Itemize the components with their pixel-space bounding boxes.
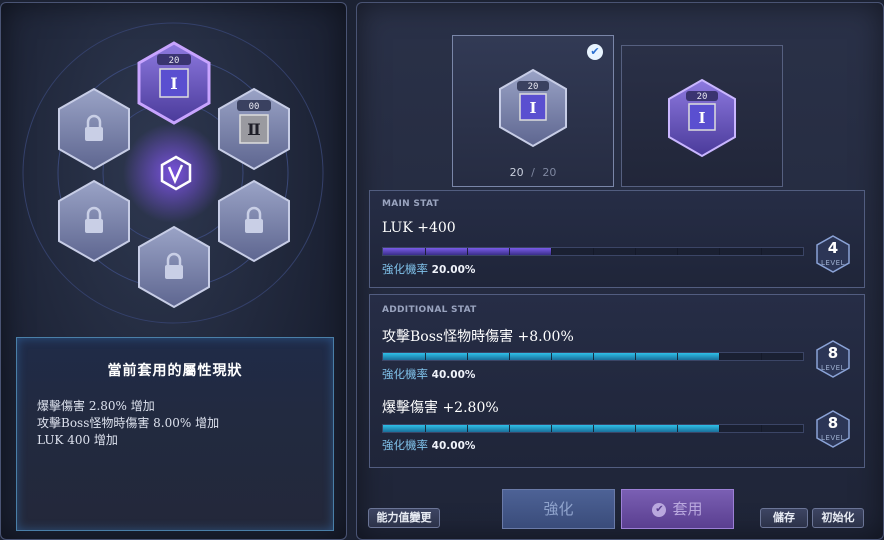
info-line: 爆擊傷害 2.80% 增加 bbox=[37, 399, 155, 413]
bar-segment-divider bbox=[719, 425, 720, 432]
level-separator: / bbox=[531, 166, 535, 179]
current-core-hexagon: 20 Ⅰ bbox=[499, 68, 567, 148]
main-stat-progress-bar bbox=[382, 247, 804, 256]
rate-value: 40.00% bbox=[431, 440, 476, 452]
main-stat-rate: 強化機率 20.00% bbox=[382, 261, 475, 277]
hexagon-slot-panel: 00 Ⅱ 20 Ⅰ 當前套用的屬性現狀 爆擊傷害 2.80% 增加 攻擊Boss… bbox=[0, 2, 347, 540]
svg-text:Ⅰ: Ⅰ bbox=[698, 109, 705, 127]
bar-segment-divider bbox=[467, 425, 468, 432]
bar-segment-divider bbox=[761, 425, 762, 432]
core-badge-number: 20 bbox=[528, 82, 539, 92]
additional-stat-progress-bar bbox=[382, 352, 804, 361]
bar-segment-divider bbox=[635, 425, 636, 432]
bar-segment-divider bbox=[467, 248, 468, 255]
bar-segment-divider bbox=[551, 248, 552, 255]
rate-label: 強化機率 bbox=[382, 367, 428, 381]
level-max: 20 bbox=[542, 166, 557, 179]
additional-stat-progress-bar bbox=[382, 424, 804, 433]
bar-segment-divider bbox=[677, 425, 678, 432]
bar-segment-divider bbox=[677, 248, 678, 255]
svg-text:Ⅰ: Ⅰ bbox=[529, 99, 536, 117]
target-core-card[interactable]: 20 Ⅰ bbox=[621, 45, 783, 187]
bar-segment-divider bbox=[593, 353, 594, 360]
rate-label: 強化機率 bbox=[382, 438, 428, 452]
rate-value: 40.00% bbox=[431, 369, 476, 381]
hexagon-slot-top[interactable]: 20 Ⅰ bbox=[137, 41, 211, 125]
info-line: LUK 400 增加 bbox=[37, 433, 118, 447]
check-circle-icon: ✔ bbox=[652, 502, 667, 517]
bar-segment-divider bbox=[467, 353, 468, 360]
bar-segment-divider bbox=[551, 353, 552, 360]
core-level-count: 20 / 20 bbox=[453, 166, 613, 179]
main-stat-name: LUK +400 bbox=[382, 220, 456, 236]
svg-text:Ⅱ: Ⅱ bbox=[247, 120, 260, 139]
apply-button-label: 套用 bbox=[672, 500, 703, 518]
main-stat-section: MAIN STAT LUK +400 強化機率 20.00% 4 LEVEL bbox=[369, 190, 865, 288]
additional-stat-level-badge: 8 LEVEL bbox=[814, 339, 852, 379]
current-stats-info-box: 當前套用的屬性現狀 爆擊傷害 2.80% 增加 攻擊Boss怪物時傷害 8.00… bbox=[16, 337, 334, 531]
info-title: 當前套用的屬性現狀 bbox=[107, 363, 243, 379]
bar-segment-divider bbox=[593, 425, 594, 432]
additional-stat-level-badge: 8 LEVEL bbox=[814, 409, 852, 449]
main-stat-header: MAIN STAT bbox=[382, 199, 439, 209]
bar-segment-divider bbox=[593, 248, 594, 255]
slot-number-label: 00 bbox=[249, 102, 260, 112]
bar-segment-divider bbox=[551, 425, 552, 432]
info-line: 攻擊Boss怪物時傷害 8.00% 增加 bbox=[37, 416, 220, 430]
core-badge-number: 20 bbox=[697, 92, 708, 102]
hexagon-slot-top-left[interactable] bbox=[58, 87, 130, 171]
bar-segment-divider bbox=[719, 353, 720, 360]
bar-segment-divider bbox=[719, 248, 720, 255]
level-label: LEVEL bbox=[821, 364, 845, 372]
current-core-card[interactable]: ✔ 20 Ⅰ 20 / 20 bbox=[452, 35, 614, 187]
bar-segment-divider bbox=[761, 353, 762, 360]
save-button[interactable]: 儲存 bbox=[760, 508, 808, 528]
main-stat-level-badge: 4 LEVEL bbox=[814, 234, 852, 274]
rate-label: 強化機率 bbox=[382, 262, 428, 276]
bar-segment-divider bbox=[425, 425, 426, 432]
bar-segment-divider bbox=[635, 248, 636, 255]
additional-stat-rate: 強化機率 40.00% bbox=[382, 437, 475, 453]
reset-button[interactable]: 初始化 bbox=[812, 508, 864, 528]
level-label: LEVEL bbox=[821, 434, 845, 442]
bar-segment-divider bbox=[761, 248, 762, 255]
level-label: LEVEL bbox=[821, 259, 845, 267]
svg-text:Ⅰ: Ⅰ bbox=[170, 74, 177, 93]
additional-stat-name: 攻擊Boss怪物時傷害 +8.00% bbox=[382, 329, 574, 345]
level-number: 4 bbox=[827, 239, 839, 257]
bar-segment-divider bbox=[509, 425, 510, 432]
hexagon-slot-bottom-left[interactable] bbox=[58, 179, 130, 263]
additional-stat-section: ADDITIONAL STAT 攻擊Boss怪物時傷害 +8.00% 強化機率 … bbox=[369, 294, 865, 468]
level-current: 20 bbox=[509, 166, 524, 179]
additional-stat-name: 爆擊傷害 +2.80% bbox=[382, 400, 499, 416]
bar-segment-divider bbox=[677, 353, 678, 360]
bar-segment-divider bbox=[509, 353, 510, 360]
additional-stat-rate: 強化機率 40.00% bbox=[382, 366, 475, 382]
level-number: 8 bbox=[827, 414, 839, 432]
hexagon-slot-top-right[interactable]: 00 Ⅱ bbox=[218, 87, 290, 171]
slot-number-label: 20 bbox=[169, 56, 180, 66]
hexagon-slot-bottom-right[interactable] bbox=[218, 179, 290, 263]
enhance-button[interactable]: 強化 bbox=[502, 489, 615, 529]
bar-segment-divider bbox=[425, 353, 426, 360]
apply-button[interactable]: ✔ 套用 bbox=[621, 489, 734, 529]
ability-change-button[interactable]: 能力值變更 bbox=[368, 508, 440, 528]
bar-segment-divider bbox=[635, 353, 636, 360]
target-core-hexagon: 20 Ⅰ bbox=[666, 78, 738, 158]
bar-segment-divider bbox=[425, 248, 426, 255]
level-number: 8 bbox=[827, 344, 839, 362]
bar-segment-divider bbox=[509, 248, 510, 255]
hexagon-layout: 00 Ⅱ 20 Ⅰ bbox=[22, 22, 324, 324]
additional-stat-header: ADDITIONAL STAT bbox=[382, 305, 477, 315]
info-lines: 爆擊傷害 2.80% 增加 攻擊Boss怪物時傷害 8.00% 增加 LUK 4… bbox=[37, 398, 219, 449]
rate-value: 20.00% bbox=[431, 264, 476, 276]
